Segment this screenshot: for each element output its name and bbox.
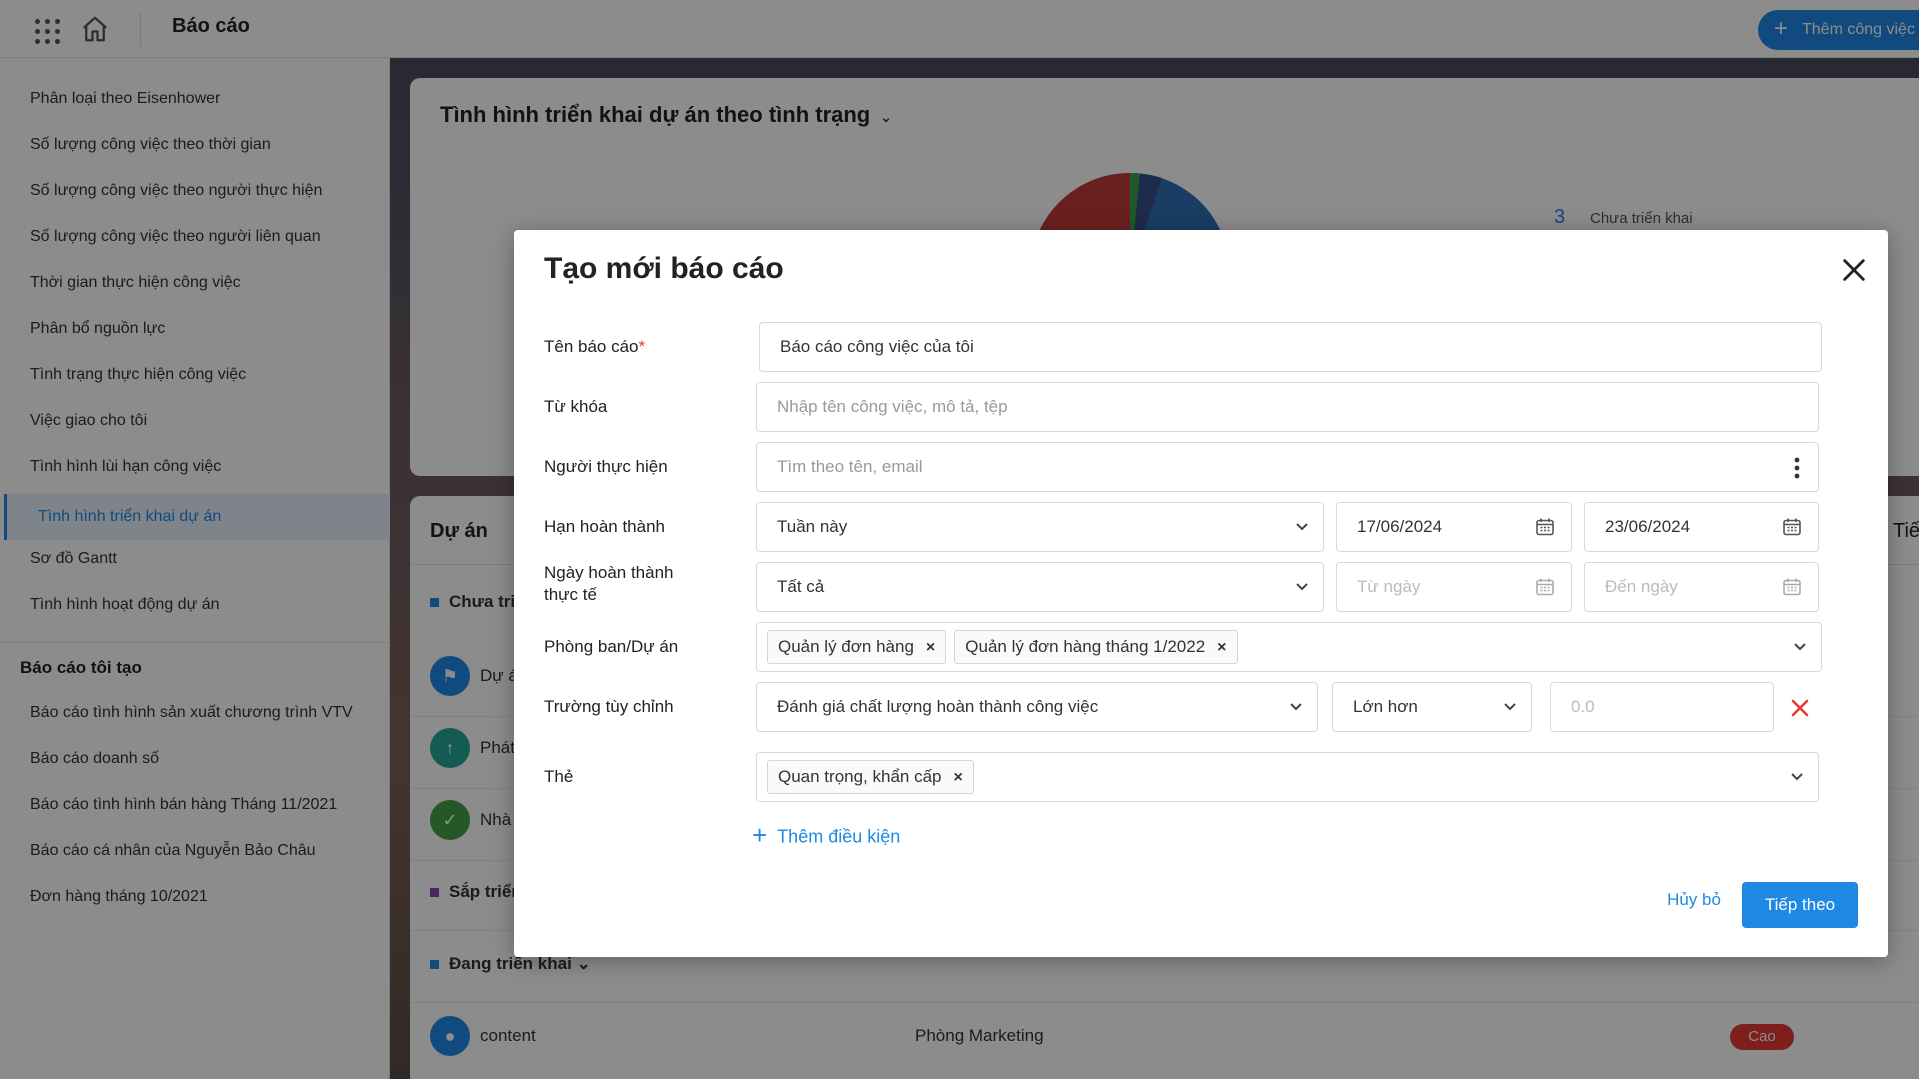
- actual-to-placeholder: Đến ngày: [1605, 577, 1678, 596]
- deadline-from-value: 17/06/2024: [1357, 517, 1443, 536]
- close-icon[interactable]: [1840, 256, 1868, 284]
- next-button[interactable]: Tiếp theo: [1742, 882, 1858, 928]
- actual-from-date[interactable]: Từ ngày: [1336, 562, 1572, 612]
- actual-done-label-line1: Ngày hoàn thành: [544, 563, 674, 582]
- plus-icon: +: [752, 820, 768, 850]
- custom-field-select[interactable]: Đánh giá chất lượng hoàn thành công việc: [756, 682, 1318, 732]
- custom-field-value: Đánh giá chất lượng hoàn thành công việc: [777, 697, 1099, 716]
- calendar-icon: [1536, 578, 1554, 596]
- more-vertical-icon[interactable]: [1794, 457, 1800, 479]
- remove-tag-icon[interactable]: ×: [1217, 639, 1226, 656]
- report-name-label: Tên báo cáo*: [544, 336, 645, 358]
- required-mark: *: [638, 337, 646, 356]
- deadline-label: Hạn hoàn thành: [544, 517, 665, 536]
- assignee-search-input[interactable]: Tìm theo tên, email: [756, 442, 1819, 492]
- actual-done-value: Tất cả: [777, 577, 825, 596]
- custom-field-label: Trường tùy chỉnh: [544, 697, 674, 716]
- actual-done-label: Ngày hoàn thành thực tế: [544, 562, 674, 606]
- keyword-label: Từ khóa: [544, 397, 608, 416]
- remove-tag-icon[interactable]: ×: [954, 769, 963, 786]
- chevron-down-icon: [1296, 583, 1308, 591]
- deadline-from-date[interactable]: 17/06/2024: [1336, 502, 1572, 552]
- add-condition-button[interactable]: + Thêm điều kiện: [752, 820, 901, 853]
- department-multiselect[interactable]: Quản lý đơn hàng × Quản lý đơn hàng tháng …: [756, 622, 1822, 672]
- actual-from-placeholder: Từ ngày: [1357, 577, 1421, 596]
- chevron-down-icon: [1794, 643, 1806, 651]
- deadline-to-date[interactable]: 23/06/2024: [1584, 502, 1819, 552]
- cancel-button[interactable]: Hủy bỏ: [1660, 882, 1728, 918]
- calendar-icon: [1783, 518, 1801, 536]
- dialog-title: Tạo mới báo cáo: [544, 252, 784, 285]
- chevron-down-icon: [1791, 773, 1803, 781]
- deadline-to-value: 23/06/2024: [1605, 517, 1691, 536]
- assignee-placeholder: Tìm theo tên, email: [777, 457, 923, 476]
- department-label: Phòng ban/Dự án: [544, 637, 679, 656]
- create-report-dialog: Tạo mới báo cáo Tên báo cáo* Báo cáo côn…: [514, 230, 1888, 957]
- chevron-down-icon: [1504, 703, 1516, 711]
- department-tag: Quản lý đơn hàng ×: [767, 630, 947, 664]
- department-tag: Quản lý đơn hàng tháng 1/2022 ×: [954, 630, 1238, 664]
- keyword-input[interactable]: Nhập tên công việc, mô tả, tệp: [756, 382, 1819, 432]
- report-name-input[interactable]: Báo cáo công việc của tôi: [759, 322, 1822, 372]
- department-tag-label: Quản lý đơn hàng tháng 1/2022: [965, 637, 1206, 656]
- custom-value-input[interactable]: 0.0: [1550, 682, 1774, 732]
- tag-chip-label: Quan trọng, khẩn cấp: [778, 767, 942, 786]
- actual-to-date[interactable]: Đến ngày: [1584, 562, 1819, 612]
- department-tag-label: Quản lý đơn hàng: [778, 637, 914, 656]
- deadline-period-value: Tuần này: [777, 517, 848, 536]
- calendar-icon: [1536, 518, 1554, 536]
- operator-value: Lớn hơn: [1353, 697, 1418, 716]
- tags-multiselect[interactable]: Quan trọng, khẩn cấp ×: [756, 752, 1819, 802]
- tag-chip: Quan trọng, khẩn cấp ×: [767, 760, 974, 794]
- operator-select[interactable]: Lớn hơn: [1332, 682, 1532, 732]
- deadline-period-select[interactable]: Tuần này: [756, 502, 1324, 552]
- delete-condition-icon[interactable]: [1790, 698, 1810, 718]
- chevron-down-icon: [1296, 523, 1308, 531]
- chevron-down-icon: [1290, 703, 1302, 711]
- actual-done-label-line2: thực tế: [544, 585, 597, 604]
- add-condition-label: Thêm điều kiện: [777, 826, 901, 847]
- remove-tag-icon[interactable]: ×: [926, 639, 935, 656]
- tags-label: Thẻ: [544, 767, 574, 786]
- calendar-icon: [1783, 578, 1801, 596]
- report-name-label-text: Tên báo cáo: [544, 337, 639, 356]
- actual-done-select[interactable]: Tất cả: [756, 562, 1324, 612]
- assignee-label: Người thực hiện: [544, 457, 668, 476]
